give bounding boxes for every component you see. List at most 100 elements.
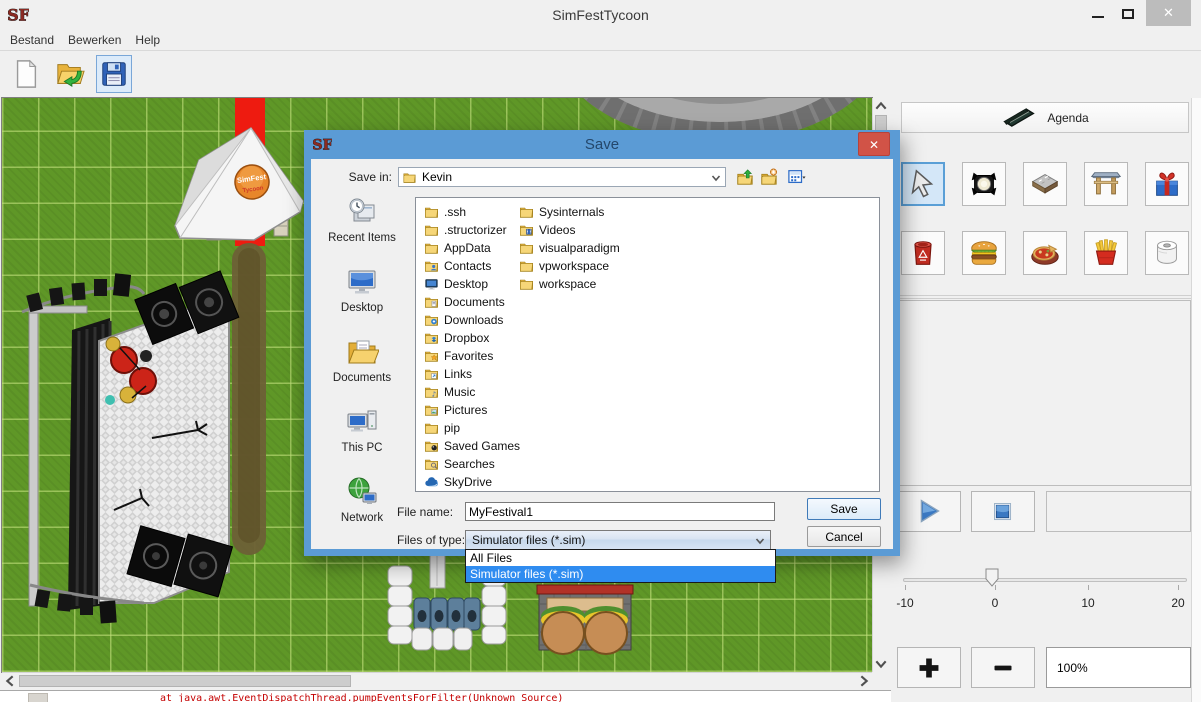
pizza-tool-button[interactable] bbox=[1023, 231, 1067, 275]
dialog-titlebar[interactable]: SF Save bbox=[304, 130, 900, 159]
zoom-out-button[interactable] bbox=[971, 647, 1035, 688]
file-item-label: pip bbox=[444, 421, 460, 435]
plus-icon bbox=[912, 651, 946, 685]
stop-icon bbox=[986, 495, 1020, 529]
horizontal-scrollbar-thumb[interactable] bbox=[19, 675, 351, 687]
places-bar-item-desktop[interactable]: Desktop bbox=[316, 265, 408, 314]
select-cursor-tool-button[interactable] bbox=[901, 162, 945, 206]
file-item-label: Videos bbox=[539, 223, 575, 237]
save-in-combobox[interactable]: Kevin bbox=[398, 167, 726, 187]
places-bar-item-recent-items[interactable]: Recent Items bbox=[316, 195, 408, 244]
file-item-downloads[interactable]: Downloads bbox=[424, 311, 520, 329]
new-document-icon bbox=[11, 59, 41, 89]
slider-tick bbox=[1178, 585, 1179, 590]
files-of-type-combobox[interactable]: Simulator files (*.sim) bbox=[465, 530, 771, 550]
places-bar-item-documents[interactable]: Documents bbox=[316, 335, 408, 384]
open-file-button[interactable] bbox=[52, 55, 88, 93]
file-item-.structorizer[interactable]: .structorizer bbox=[424, 221, 520, 239]
stop-button[interactable] bbox=[971, 491, 1035, 532]
slider-tick-label: 0 bbox=[977, 596, 1013, 610]
file-item-contacts[interactable]: Contacts bbox=[424, 257, 520, 275]
file-item-vpworkspace[interactable]: vpworkspace bbox=[519, 257, 620, 275]
file-item-videos[interactable]: Videos bbox=[519, 221, 620, 239]
menu-item-bewerken[interactable]: Bewerken bbox=[68, 33, 121, 47]
folder-link-icon bbox=[424, 367, 439, 381]
file-item-.ssh[interactable]: .ssh bbox=[424, 203, 520, 221]
fries-tool-button[interactable] bbox=[1084, 231, 1128, 275]
file-item-documents[interactable]: Documents bbox=[424, 293, 520, 311]
file-item-saved-games[interactable]: Saved Games bbox=[424, 437, 520, 455]
folder-note-icon: ♪ bbox=[424, 385, 439, 399]
trash-bin-icon bbox=[906, 236, 940, 270]
new-folder-button[interactable] bbox=[758, 167, 780, 187]
gift-tool-button[interactable] bbox=[1145, 162, 1189, 206]
canvas-horizontal-scrollbar[interactable] bbox=[2, 672, 872, 689]
dialog-close-button[interactable]: ✕ bbox=[858, 132, 890, 156]
files-of-type-option[interactable]: Simulator files (*.sim) bbox=[466, 566, 775, 582]
burger-tool-button[interactable] bbox=[962, 231, 1006, 275]
file-item-label: Saved Games bbox=[444, 439, 520, 453]
file-item-searches[interactable]: Searches bbox=[424, 455, 520, 473]
view-menu-button[interactable] bbox=[782, 167, 812, 187]
folder-game-icon bbox=[424, 439, 439, 453]
file-item-label: Documents bbox=[444, 295, 505, 309]
file-item-sysinternals[interactable]: Sysinternals bbox=[519, 203, 620, 221]
zoom-level-field[interactable] bbox=[1046, 647, 1191, 688]
file-item-visualparadigm[interactable]: visualparadigm bbox=[519, 239, 620, 257]
scroll-right-button[interactable] bbox=[856, 673, 872, 689]
scroll-down-button[interactable] bbox=[873, 656, 889, 672]
folder-icon bbox=[402, 171, 417, 184]
scroll-left-button[interactable] bbox=[2, 673, 18, 689]
status-box bbox=[1046, 491, 1191, 532]
file-item-music[interactable]: ♪Music bbox=[424, 383, 520, 401]
documents-nav-icon bbox=[345, 335, 379, 369]
file-item-label: Sysinternals bbox=[539, 205, 604, 219]
zoom-in-button[interactable] bbox=[897, 647, 961, 688]
cancel-button[interactable]: Cancel bbox=[807, 526, 881, 547]
svg-text:♪: ♪ bbox=[432, 390, 436, 398]
menu-item-bestand[interactable]: Bestand bbox=[10, 33, 54, 47]
new-file-button[interactable] bbox=[8, 55, 44, 93]
file-item-label: .ssh bbox=[444, 205, 466, 219]
places-bar-item-network[interactable]: Network bbox=[316, 475, 408, 524]
trash-bin-tool-button[interactable] bbox=[901, 231, 945, 275]
gate-tool-button[interactable] bbox=[1084, 162, 1128, 206]
folder-contacts-icon bbox=[424, 259, 439, 273]
file-item-links[interactable]: Links bbox=[424, 365, 520, 383]
maximize-button[interactable] bbox=[1116, 4, 1140, 24]
file-item-label: Favorites bbox=[444, 349, 493, 363]
file-item-pip[interactable]: pip bbox=[424, 419, 520, 437]
scroll-up-button[interactable] bbox=[873, 98, 889, 114]
file-item-appdata[interactable]: AppData bbox=[424, 239, 520, 257]
folder-pic-icon bbox=[424, 403, 439, 417]
save-button[interactable]: Save bbox=[807, 498, 881, 520]
save-file-button[interactable] bbox=[96, 55, 132, 93]
places-bar-label: Desktop bbox=[341, 302, 383, 314]
file-item-pictures[interactable]: Pictures bbox=[424, 401, 520, 419]
file-item-dropbox[interactable]: Dropbox bbox=[424, 329, 520, 347]
play-button[interactable] bbox=[897, 491, 961, 532]
file-item-label: visualparadigm bbox=[539, 241, 620, 255]
road-tile-tool-button[interactable] bbox=[1023, 162, 1067, 206]
places-bar-item-this-pc[interactable]: This PC bbox=[316, 405, 408, 454]
folder-icon bbox=[424, 205, 439, 219]
file-item-workspace[interactable]: workspace bbox=[519, 275, 620, 293]
file-name-input[interactable] bbox=[465, 502, 775, 521]
file-list[interactable]: .ssh .structorizer AppDataContactsDesktop D… bbox=[415, 197, 880, 492]
file-item-label: Links bbox=[444, 367, 472, 381]
spotlight-tool-button[interactable] bbox=[962, 162, 1006, 206]
file-item-skydrive[interactable]: SkyDrive bbox=[424, 473, 520, 491]
minimize-button[interactable] bbox=[1086, 4, 1110, 24]
up-one-level-button[interactable] bbox=[734, 167, 756, 187]
file-item-label: .structorizer bbox=[444, 223, 507, 237]
close-button[interactable]: ✕ bbox=[1146, 0, 1191, 26]
file-item-favorites[interactable]: Favorites bbox=[424, 347, 520, 365]
file-item-desktop[interactable]: Desktop bbox=[424, 275, 520, 293]
slider-thumb[interactable] bbox=[985, 568, 999, 587]
fries-icon bbox=[1089, 236, 1123, 270]
menu-item-help[interactable]: Help bbox=[135, 33, 160, 47]
files-of-type-option[interactable]: All Files bbox=[466, 550, 775, 566]
toilet-paper-tool-button[interactable] bbox=[1145, 231, 1189, 275]
main-toolbar bbox=[0, 52, 1201, 96]
chevron-down-icon bbox=[754, 535, 766, 547]
